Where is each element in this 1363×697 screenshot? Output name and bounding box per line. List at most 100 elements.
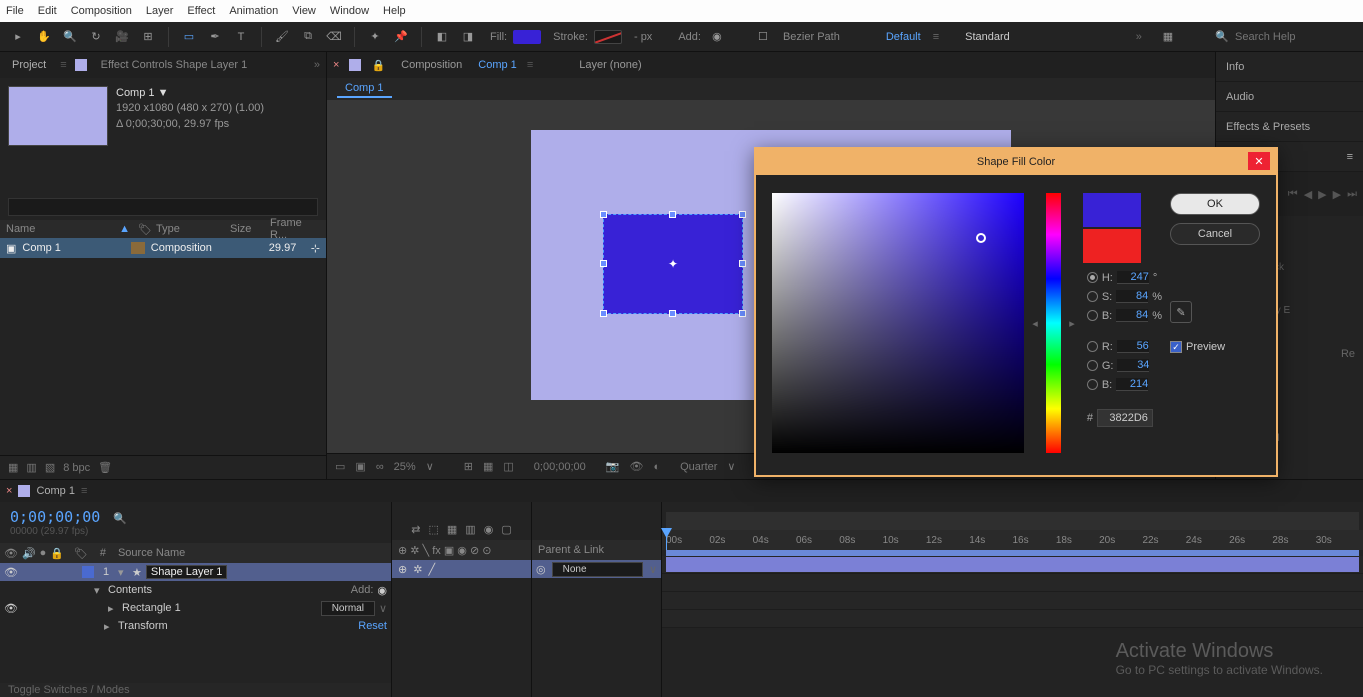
s-input[interactable] xyxy=(1116,290,1148,303)
timeline-tab-comp1[interactable]: Comp 1 xyxy=(36,485,75,497)
flowchart-icon[interactable]: ⊹ xyxy=(311,242,320,255)
shape-layer-rect[interactable]: ✦ xyxy=(603,214,743,314)
clone-tool-icon[interactable]: ⧉ xyxy=(298,27,318,47)
color-field[interactable] xyxy=(772,193,1024,453)
radio-s[interactable] xyxy=(1087,291,1098,302)
workspace-default[interactable]: Default xyxy=(886,31,921,43)
tab-layer-view[interactable]: Layer (none) xyxy=(573,59,647,71)
radio-bl[interactable] xyxy=(1087,379,1098,390)
eyedropper-button[interactable]: ✎ xyxy=(1170,301,1192,323)
blend-mode-select[interactable]: Normal xyxy=(321,601,375,616)
label-swatch[interactable] xyxy=(131,242,145,254)
panel-info[interactable]: Info xyxy=(1216,52,1363,82)
alpha-icon[interactable]: ▣ xyxy=(355,460,365,473)
layer-label-color[interactable] xyxy=(82,566,94,578)
radio-g[interactable] xyxy=(1087,360,1098,371)
quality-switch[interactable]: ╱ xyxy=(428,563,435,576)
safe-icon[interactable]: ⊞ xyxy=(464,460,473,473)
layer-row-1[interactable]: 👁 1 ▾ ★ Shape Layer 1 xyxy=(0,563,391,581)
menu-file[interactable]: File xyxy=(6,5,24,17)
col-name[interactable]: Name xyxy=(6,223,115,235)
folder-icon[interactable]: ▥ xyxy=(26,461,36,474)
stroke-swatch[interactable] xyxy=(594,30,622,44)
current-timecode[interactable]: 0;00;00;00 xyxy=(10,508,100,526)
comp-thumbnail[interactable] xyxy=(8,86,108,146)
menu-view[interactable]: View xyxy=(292,5,316,17)
tl-icon-b[interactable]: ⬚ xyxy=(428,523,438,536)
ok-button[interactable]: OK xyxy=(1170,193,1260,215)
snap-icon[interactable]: ◧ xyxy=(432,27,452,47)
r-input[interactable] xyxy=(1117,340,1149,353)
hex-input[interactable] xyxy=(1097,409,1153,427)
type-tool-icon[interactable]: T xyxy=(231,27,251,47)
puppet-tool-icon[interactable]: 📌 xyxy=(391,27,411,47)
panel-audio[interactable]: Audio xyxy=(1216,82,1363,112)
hand-tool-icon[interactable]: ✋ xyxy=(34,27,54,47)
snap2-icon[interactable]: ◨ xyxy=(458,27,478,47)
preview-checkbox[interactable]: ✓ xyxy=(1170,341,1182,353)
pickwhip-icon[interactable]: ◎ xyxy=(536,563,546,576)
solo-col-icon[interactable]: ● xyxy=(40,547,47,560)
magnify-icon[interactable]: ▭ xyxy=(335,460,345,473)
tab-composition-view[interactable]: Composition xyxy=(395,59,468,71)
selection-tool-icon[interactable]: ▸ xyxy=(8,27,28,47)
roto-tool-icon[interactable]: ✦ xyxy=(365,27,385,47)
channel-icon[interactable]: ◐ xyxy=(653,461,660,473)
transform-twirl[interactable]: ▸ xyxy=(104,620,114,633)
eye-toggle-rect[interactable]: 👁 xyxy=(4,602,18,615)
add-dropdown-icon[interactable]: ◉ xyxy=(707,27,727,47)
contents-twirl[interactable]: ▾ xyxy=(94,584,104,597)
col-frame[interactable]: Frame R... xyxy=(270,217,320,241)
stroke-px[interactable]: - px xyxy=(634,31,652,43)
dialog-close-button[interactable]: ✕ xyxy=(1248,152,1270,170)
tl-icon-d[interactable]: ▥ xyxy=(465,523,475,536)
tab-project[interactable]: Project xyxy=(6,59,52,71)
b-input[interactable] xyxy=(1116,309,1148,322)
label-col-icon[interactable]: 🏷 xyxy=(74,547,88,560)
radio-b[interactable] xyxy=(1087,310,1098,321)
layer-name-input[interactable]: Shape Layer 1 xyxy=(146,565,228,579)
tl-icon-e[interactable]: ◉ xyxy=(484,523,494,536)
tl-icon-c[interactable]: ▦ xyxy=(447,523,457,536)
grid-icon[interactable]: ▦ xyxy=(483,460,493,473)
layer-twirl[interactable]: ▾ xyxy=(118,566,128,579)
col-size[interactable]: Size xyxy=(230,223,266,235)
first-frame-icon[interactable]: ⏮ xyxy=(1288,188,1298,201)
eye-toggle[interactable]: 👁 xyxy=(4,566,18,579)
orbit-tool-icon[interactable]: ↻ xyxy=(86,27,106,47)
dialog-title[interactable]: Shape Fill Color ✕ xyxy=(756,149,1276,175)
parent-select[interactable]: None xyxy=(552,562,643,577)
ws-overflow-icon[interactable]: ▦ xyxy=(1158,27,1178,47)
eraser-tool-icon[interactable]: ⌫ xyxy=(324,27,344,47)
menu-composition[interactable]: Composition xyxy=(71,5,132,17)
play-icon[interactable]: ▶ xyxy=(1318,188,1326,201)
project-row-comp1[interactable]: ▣ Comp 1 Composition 29.97 ⊹ xyxy=(0,238,326,258)
radio-h[interactable] xyxy=(1087,272,1098,283)
interpret-icon[interactable]: ▦ xyxy=(8,461,18,474)
h-input[interactable] xyxy=(1117,271,1149,284)
comp-link[interactable]: Comp 1 xyxy=(478,59,517,71)
playhead[interactable] xyxy=(666,530,667,550)
col-type[interactable]: Type xyxy=(156,223,226,235)
layer-1-bar[interactable] xyxy=(666,557,1359,572)
bpc-label[interactable]: 8 bpc xyxy=(63,462,90,474)
timeline-ruler[interactable]: 00s02s04s06s08s10s12s14s16s18s20s22s24s2… xyxy=(662,530,1363,550)
menu-window[interactable]: Window xyxy=(330,5,369,17)
cancel-button[interactable]: Cancel xyxy=(1170,223,1260,245)
tab-effect-controls[interactable]: Effect Controls Shape Layer 1 xyxy=(95,59,254,71)
pen-tool-icon[interactable]: ✒ xyxy=(205,27,225,47)
menu-animation[interactable]: Animation xyxy=(229,5,278,17)
menu-help[interactable]: Help xyxy=(383,5,406,17)
show-snapshot-icon[interactable]: 👁 xyxy=(629,460,643,473)
lock-icon[interactable]: 🔒 xyxy=(371,59,385,72)
prev-frame-icon[interactable]: ◀ xyxy=(1304,188,1312,201)
menu-layer[interactable]: Layer xyxy=(146,5,174,17)
shy-switch[interactable]: ⊕ xyxy=(398,563,407,576)
last-frame-icon[interactable]: ⏭ xyxy=(1347,188,1357,201)
toggle-switches-button[interactable]: Toggle Switches / Modes xyxy=(8,684,130,696)
snapshot-icon[interactable]: 📷 xyxy=(606,460,620,473)
add-shape-button[interactable]: ◉ xyxy=(377,584,387,597)
fill-swatch[interactable] xyxy=(513,30,541,44)
zoom-level[interactable]: 25% xyxy=(394,461,416,473)
guide-icon[interactable]: ◫ xyxy=(503,460,513,473)
